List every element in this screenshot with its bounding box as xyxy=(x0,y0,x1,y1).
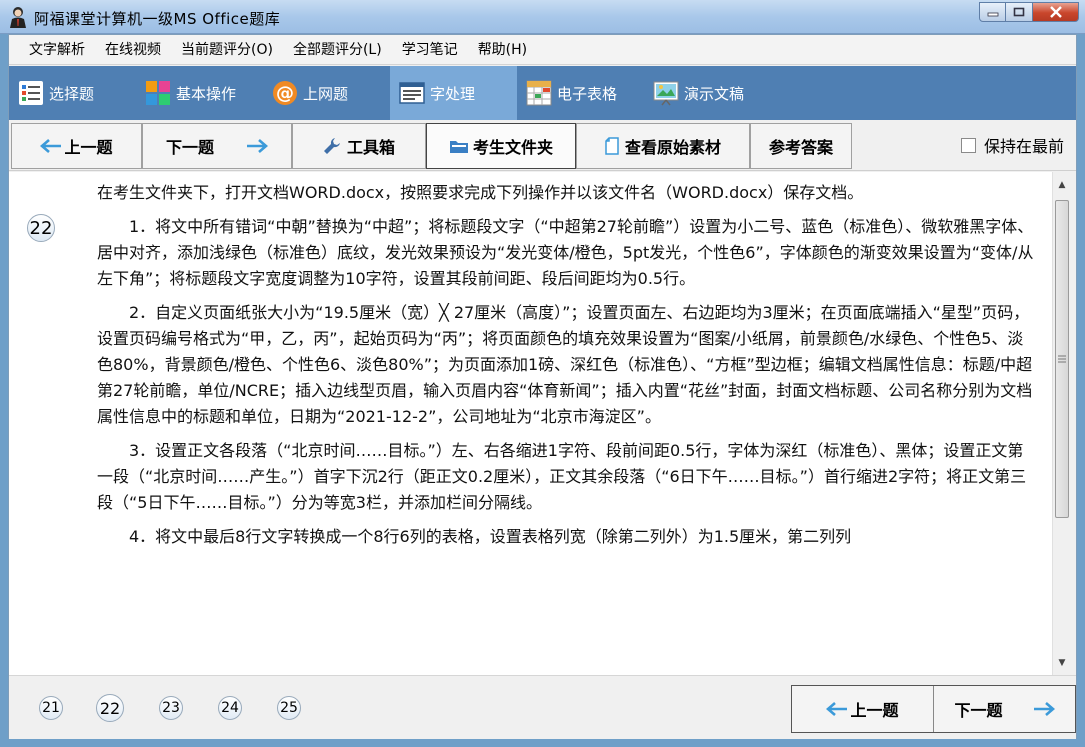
category-spreadsheet[interactable]: 电子表格 xyxy=(517,66,644,120)
exam-folder-label: 考生文件夹 xyxy=(472,138,553,157)
grid-icon xyxy=(144,79,172,107)
arrow-right-icon xyxy=(1033,702,1055,716)
question-text: 在考生文件夹下，打开文档WORD.docx，按照要求完成下列操作并以该文件名（W… xyxy=(97,180,1037,558)
toolbar: 上一题 下一题 工具箱 考生文件夹 查看原始素材 参考答案 保持在最前 xyxy=(9,121,1076,171)
grip-icon xyxy=(1058,355,1066,363)
menu-score-all[interactable]: 全部题评分(L) xyxy=(283,38,392,62)
title-bar[interactable]: 阿福课堂计算机一级MS Office题库 xyxy=(0,0,1085,34)
list-icon xyxy=(17,79,45,107)
bottom-next-label: 下一题 xyxy=(954,701,1003,720)
minimize-button[interactable] xyxy=(979,2,1006,22)
page-24-button[interactable]: 24 xyxy=(218,696,242,720)
question-content: 22 在考生文件夹下，打开文档WORD.docx，按照要求完成下列操作并以该文件… xyxy=(9,172,1052,675)
arrow-right-icon xyxy=(247,139,268,153)
bottom-bar: 21 22 23 24 25 上一题 下一题 xyxy=(9,675,1076,739)
view-source-button[interactable]: 查看原始素材 xyxy=(576,123,750,169)
question-item-2: 2．自定义页面纸张大小为“19.5厘米（宽）╳ 27厘米（高度）”；设置页面左、… xyxy=(97,303,1033,426)
window-controls xyxy=(979,2,1079,22)
close-button[interactable] xyxy=(1033,2,1079,22)
document-icon xyxy=(398,79,426,107)
bottom-next-button[interactable]: 下一题 xyxy=(933,686,1075,732)
presentation-icon xyxy=(652,79,680,107)
menu-online-video[interactable]: 在线视频 xyxy=(95,38,171,62)
reference-answer-label: 参考答案 xyxy=(768,138,833,157)
question-item-3: 3．设置正文各段落（“北京时间……目标。”）左、右各缩进1字符、段前间距0.5行… xyxy=(97,441,1027,512)
question-item-4: 4．将文中最后8行文字转换成一个8行6列的表格，设置表格列宽（除第二列外）为1.… xyxy=(129,527,852,546)
minimize-icon xyxy=(987,12,998,17)
arrow-left-icon xyxy=(826,702,848,716)
question-intro-text: 在考生文件夹下，打开文档WORD.docx，按照要求完成下列操作并以该文件名（W… xyxy=(97,183,864,202)
category-label: 电子表格 xyxy=(557,84,618,103)
app-logo-icon xyxy=(8,6,28,28)
question-intro: 在考生文件夹下，打开文档WORD.docx，按照要求完成下列操作并以该文件名（W… xyxy=(97,180,1037,206)
category-bar: 选择题 基本操作 @ 上网题 字处理 电子表格 演示文稿 xyxy=(9,66,1076,120)
scroll-thumb[interactable] xyxy=(1055,200,1069,518)
arrow-left-icon xyxy=(40,139,62,153)
main-frame: 文字解析 在线视频 当前题评分(O) 全部题评分(L) 学习笔记 帮助(H) 选… xyxy=(8,34,1077,739)
view-source-label: 查看原始素材 xyxy=(624,138,721,157)
menu-score-current[interactable]: 当前题评分(O) xyxy=(171,38,283,62)
vertical-scrollbar[interactable]: ▲ ▼ xyxy=(1052,172,1070,675)
category-label: 选择题 xyxy=(49,84,95,103)
category-label: 基本操作 xyxy=(176,84,237,103)
bottom-prev-label: 上一题 xyxy=(850,701,899,720)
toolbox-button[interactable]: 工具箱 xyxy=(292,123,426,169)
page-21-button[interactable]: 21 xyxy=(39,696,63,720)
menu-bar: 文字解析 在线视频 当前题评分(O) 全部题评分(L) 学习笔记 帮助(H) xyxy=(9,35,1076,65)
svg-text:@: @ xyxy=(276,83,294,104)
menu-text-analysis[interactable]: 文字解析 xyxy=(19,38,95,62)
spreadsheet-icon xyxy=(525,79,553,107)
category-label: 上网题 xyxy=(303,84,349,103)
menu-help[interactable]: 帮助(H) xyxy=(468,38,537,62)
menu-study-notes[interactable]: 学习笔记 xyxy=(392,38,468,62)
prev-question-button[interactable]: 上一题 xyxy=(11,123,142,169)
question-item-1: 1．将文中所有错词“中朝”替换为“中超”；将标题段文字（“中超第27轮前瞻”）设… xyxy=(97,217,1034,288)
keep-on-top-toggle[interactable]: 保持在最前 xyxy=(960,133,1064,157)
keep-on-top-checkbox[interactable] xyxy=(960,137,976,153)
next-question-button[interactable]: 下一题 xyxy=(142,123,292,169)
wrench-icon xyxy=(323,138,340,154)
category-multiple-choice[interactable]: 选择题 xyxy=(9,66,136,120)
category-label: 字处理 xyxy=(430,84,476,103)
category-internet[interactable]: @ 上网题 xyxy=(263,66,390,120)
exam-folder-button[interactable]: 考生文件夹 xyxy=(426,123,576,169)
file-icon xyxy=(605,137,619,155)
question-number-badge: 22 xyxy=(27,214,55,242)
reference-answer-button[interactable]: 参考答案 xyxy=(750,123,852,169)
category-presentation[interactable]: 演示文稿 xyxy=(644,66,771,120)
category-label: 演示文稿 xyxy=(684,84,745,103)
category-word-processing[interactable]: 字处理 xyxy=(390,66,517,120)
next-question-label: 下一题 xyxy=(165,138,214,157)
at-sign-icon: @ xyxy=(271,79,299,107)
keep-on-top-label: 保持在最前 xyxy=(983,137,1064,156)
scroll-up-icon[interactable]: ▲ xyxy=(1054,176,1070,193)
scroll-down-icon[interactable]: ▼ xyxy=(1054,654,1070,671)
page-22-button[interactable]: 22 xyxy=(96,694,124,722)
category-basic-ops[interactable]: 基本操作 xyxy=(136,66,263,120)
window-title: 阿福课堂计算机一级MS Office题库 xyxy=(34,10,281,28)
prev-question-label: 上一题 xyxy=(64,138,113,157)
maximize-icon xyxy=(1013,7,1025,17)
close-icon xyxy=(1049,6,1062,18)
page-25-button[interactable]: 25 xyxy=(277,696,301,720)
bottom-nav: 上一题 下一题 xyxy=(791,685,1076,733)
folder-icon xyxy=(449,141,468,153)
maximize-button[interactable] xyxy=(1006,2,1033,22)
bottom-prev-button[interactable]: 上一题 xyxy=(792,686,933,732)
page-23-button[interactable]: 23 xyxy=(159,696,183,720)
toolbox-label: 工具箱 xyxy=(346,138,395,157)
